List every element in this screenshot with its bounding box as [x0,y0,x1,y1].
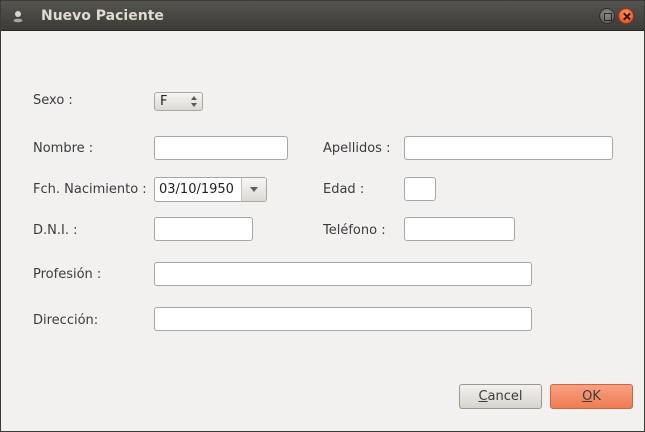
cancel-button[interactable]: Cancel [459,384,542,409]
telefono-label: Teléfono : [323,223,386,238]
close-icon[interactable] [618,8,634,24]
direccion-label: Dirección: [33,313,99,328]
cancel-label-rest: ancel [487,389,523,404]
sexo-spinner[interactable]: F [154,92,203,111]
dni-label: D.N.I. : [33,223,78,238]
sexo-label: Sexo : [33,93,73,108]
spin-arrows-icon[interactable] [190,95,198,108]
chevron-down-icon[interactable] [241,178,266,201]
fecha-value: 03/10/1950 [159,182,234,197]
edad-field[interactable] [404,177,436,201]
sexo-value: F [160,94,168,109]
nombre-label: Nombre : [33,141,94,156]
apellidos-label: Apellidos : [323,141,391,156]
direccion-field[interactable] [154,307,532,331]
ok-mnemonic: O [582,389,593,404]
cancel-mnemonic: C [478,389,488,404]
fecha-combo[interactable]: 03/10/1950 [154,177,267,202]
ok-label-rest: K [592,389,601,404]
maximize-icon[interactable] [599,8,615,24]
apellidos-field[interactable] [404,136,613,160]
profesion-label: Profesión : [33,267,102,282]
dni-field[interactable] [154,217,253,241]
nombre-field[interactable] [154,136,288,160]
title-bar[interactable]: Nuevo Paciente [1,1,644,31]
app-icon [13,11,23,23]
ok-button[interactable]: OK [550,384,633,409]
profesion-field[interactable] [154,262,532,286]
telefono-field[interactable] [404,217,515,241]
window-title: Nuevo Paciente [41,8,164,24]
fecha-label: Fch. Nacimiento : [33,182,147,197]
dialog-window: Nuevo Paciente Sexo : F Nombre : Apellid… [0,0,645,432]
edad-label: Edad : [323,182,365,197]
